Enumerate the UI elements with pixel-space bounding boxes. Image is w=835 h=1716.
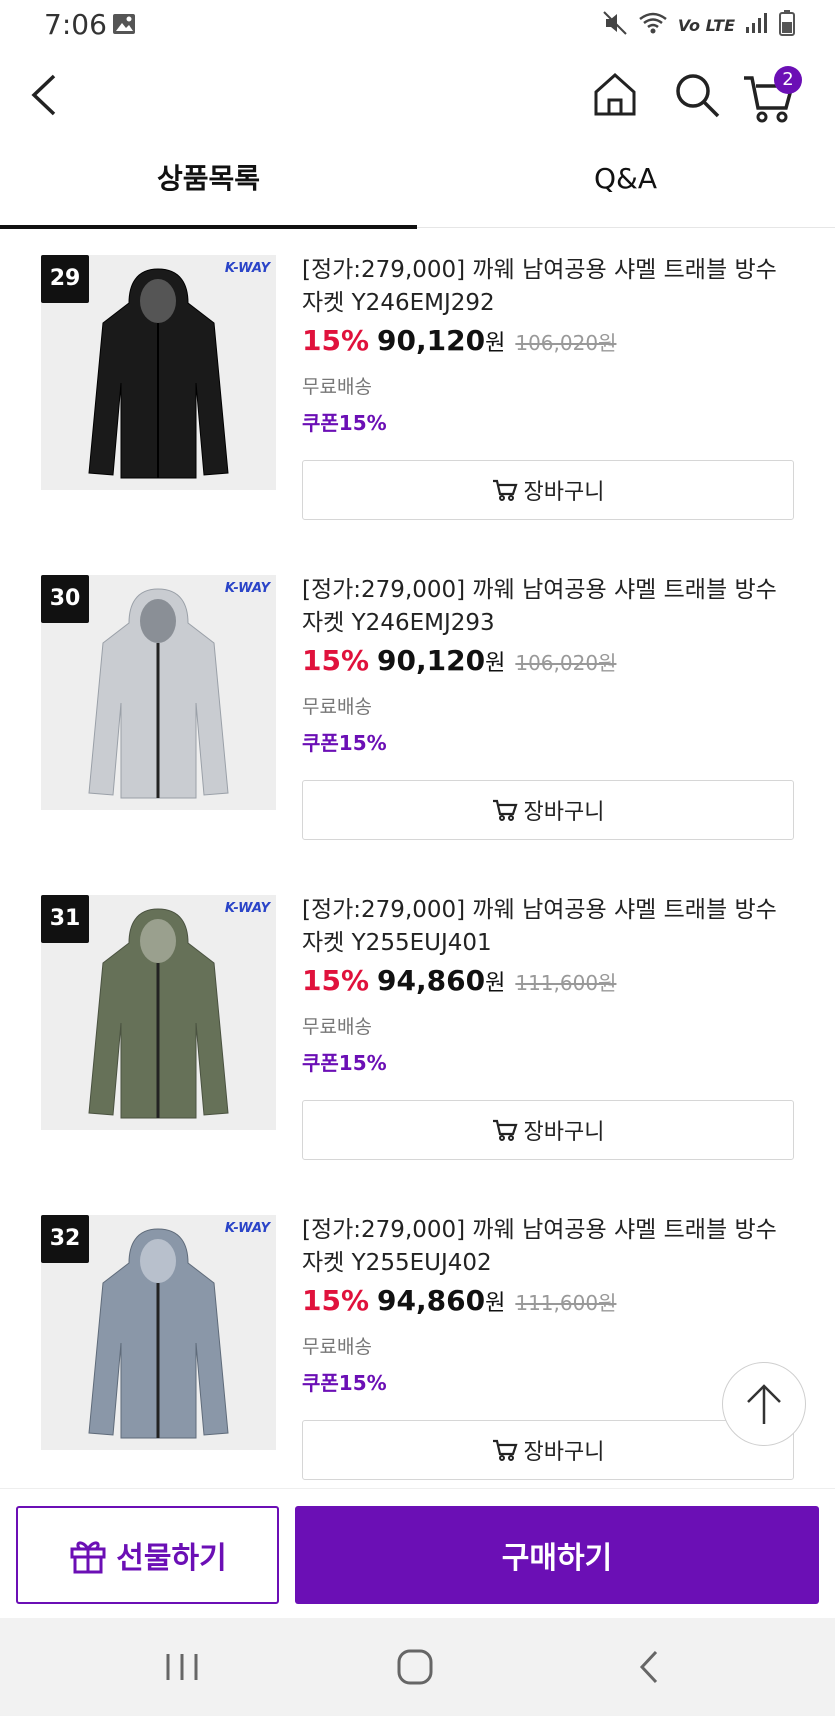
network-label: Vo LTE xyxy=(677,15,735,35)
sale-price: 90,120 xyxy=(377,324,486,357)
recent-apps-button[interactable] xyxy=(165,1652,199,1686)
jacket-image xyxy=(88,268,229,479)
tab-bar: 상품목록 Q&A xyxy=(0,140,835,229)
shipping-info: 무료배송 xyxy=(302,1016,372,1038)
buy-label: 구매하기 xyxy=(501,1541,613,1576)
add-to-cart-label: 장바구니 xyxy=(523,1440,605,1465)
product-image[interactable]: 31 K-WAY xyxy=(41,895,276,1130)
cart-count-badge: 2 xyxy=(774,66,802,94)
add-to-cart-label: 장바구니 xyxy=(523,1120,605,1145)
currency-unit: 원 xyxy=(485,331,506,356)
product-image[interactable]: 32 K-WAY xyxy=(41,1215,276,1450)
battery-icon xyxy=(779,10,795,40)
add-to-cart-label: 장바구니 xyxy=(523,480,605,505)
discount-rate: 15% xyxy=(302,324,370,357)
add-to-cart-button[interactable]: 장바구니 xyxy=(302,780,794,840)
add-to-cart-button[interactable]: 장바구니 xyxy=(302,1100,794,1160)
brand-logo: K-WAY xyxy=(224,901,270,916)
mute-icon xyxy=(602,10,628,40)
cart-icon xyxy=(492,479,518,501)
back-button[interactable] xyxy=(26,70,66,120)
cart-icon xyxy=(492,1439,518,1461)
gift-icon xyxy=(70,1541,106,1574)
product-title[interactable]: [정가:279,000] 까웨 남여공용 샤멜 트래블 방수 자켓 Y246EM… xyxy=(302,254,794,320)
shipping-info: 무료배송 xyxy=(302,376,372,398)
product-title[interactable]: [정가:279,000] 까웨 남여공용 샤멜 트래블 방수 자켓 Y255EU… xyxy=(302,1214,794,1280)
status-time: 7:06 xyxy=(44,8,107,41)
add-to-cart-button[interactable]: 장바구니 xyxy=(302,460,794,520)
shipping-info: 무료배송 xyxy=(302,696,372,718)
discount-rate: 15% xyxy=(302,1284,370,1317)
cart-icon xyxy=(492,799,518,821)
discount-rate: 15% xyxy=(302,644,370,677)
original-price: 106,020원 xyxy=(515,331,617,355)
product-item[interactable]: 30 K-WAY [정가:279,000] 까웨 남여공용 샤멜 트래블 방수 … xyxy=(0,548,835,868)
brand-logo: K-WAY xyxy=(224,261,270,276)
search-icon xyxy=(676,74,720,118)
product-item[interactable]: 31 K-WAY [정가:279,000] 까웨 남여공용 샤멜 트래블 방수 … xyxy=(0,868,835,1188)
rank-badge: 32 xyxy=(41,1215,89,1263)
price-line: 15% 94,860 원 111,600원 xyxy=(302,964,794,1004)
signal-icon xyxy=(745,12,769,38)
jacket-image xyxy=(88,1228,229,1439)
bottom-action-bar: 선물하기 구매하기 xyxy=(0,1488,835,1618)
price-line: 15% 90,120 원 106,020원 xyxy=(302,644,794,684)
coupon-badge: 쿠폰15% xyxy=(302,1051,387,1075)
scroll-to-top-button[interactable] xyxy=(722,1362,806,1446)
search-button[interactable] xyxy=(672,70,722,120)
add-to-cart-label: 장바구니 xyxy=(523,800,605,825)
currency-unit: 원 xyxy=(485,1291,506,1316)
tab-qna[interactable]: Q&A xyxy=(417,140,834,228)
buy-button[interactable]: 구매하기 xyxy=(295,1506,819,1604)
product-item[interactable]: 32 K-WAY [정가:279,000] 까웨 남여공용 샤멜 트래블 방수 … xyxy=(0,1188,835,1508)
brand-logo: K-WAY xyxy=(224,1221,270,1236)
sale-price: 94,860 xyxy=(377,1284,486,1317)
original-price: 106,020원 xyxy=(515,651,617,675)
price-line: 15% 94,860 원 111,600원 xyxy=(302,1284,794,1324)
coupon-badge: 쿠폰15% xyxy=(302,411,387,435)
app-header: 2 xyxy=(0,50,835,140)
sale-price: 94,860 xyxy=(377,964,486,997)
cart-button[interactable]: 2 xyxy=(742,66,802,123)
chevron-left-icon xyxy=(639,1650,658,1684)
gift-button[interactable]: 선물하기 xyxy=(16,1506,279,1604)
status-bar: 7:06 Vo LTE xyxy=(0,0,835,50)
wifi-icon xyxy=(638,11,668,39)
shipping-info: 무료배송 xyxy=(302,1336,372,1358)
home-button[interactable] xyxy=(590,70,640,120)
jacket-image xyxy=(88,908,229,1119)
original-price: 111,600원 xyxy=(515,971,617,995)
system-home-button[interactable] xyxy=(396,1648,434,1690)
tab-product-list[interactable]: 상품목록 xyxy=(0,140,417,229)
product-title[interactable]: [정가:279,000] 까웨 남여공용 샤멜 트래블 방수 자켓 Y255EU… xyxy=(302,894,794,960)
add-to-cart-button[interactable]: 장바구니 xyxy=(302,1420,794,1480)
arrow-up-icon xyxy=(747,1384,781,1424)
coupon-badge: 쿠폰15% xyxy=(302,1371,387,1395)
gallery-icon xyxy=(112,13,136,39)
cart-icon xyxy=(492,1119,518,1141)
product-title[interactable]: [정가:279,000] 까웨 남여공용 샤멜 트래블 방수 자켓 Y246EM… xyxy=(302,574,794,640)
recent-apps-icon xyxy=(166,1654,198,1680)
system-back-button[interactable] xyxy=(636,1648,662,1690)
currency-unit: 원 xyxy=(485,971,506,996)
discount-rate: 15% xyxy=(302,964,370,997)
product-image[interactable]: 29 K-WAY xyxy=(41,255,276,490)
gift-label: 선물하기 xyxy=(116,1541,227,1576)
home-circle-icon xyxy=(397,1649,433,1685)
home-icon xyxy=(594,72,636,116)
coupon-badge: 쿠폰15% xyxy=(302,731,387,755)
currency-unit: 원 xyxy=(485,651,506,676)
product-image[interactable]: 30 K-WAY xyxy=(41,575,276,810)
product-item[interactable]: 29 K-WAY [정가:279,000] 까웨 남여공용 샤멜 트래블 방수 … xyxy=(0,228,835,548)
price-line: 15% 90,120 원 106,020원 xyxy=(302,324,794,364)
original-price: 111,600원 xyxy=(515,1291,617,1315)
rank-badge: 29 xyxy=(41,255,89,303)
rank-badge: 31 xyxy=(41,895,89,943)
system-nav-bar xyxy=(0,1618,835,1716)
sale-price: 90,120 xyxy=(377,644,486,677)
rank-badge: 30 xyxy=(41,575,89,623)
jacket-image xyxy=(88,588,229,799)
brand-logo: K-WAY xyxy=(224,581,270,596)
chevron-left-icon xyxy=(31,74,56,116)
